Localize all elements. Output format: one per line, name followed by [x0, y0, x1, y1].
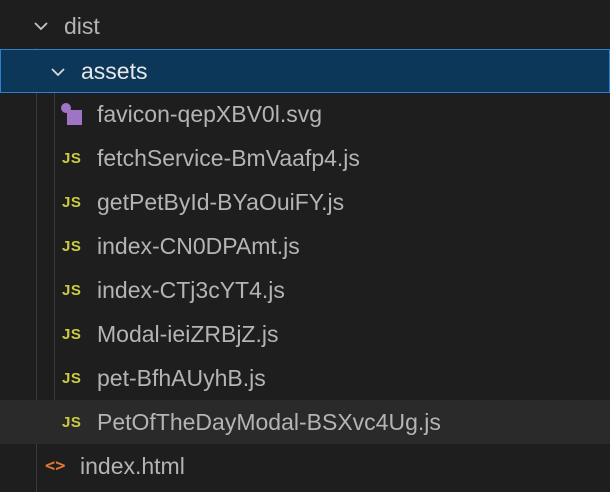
file-label: PetOfTheDayModal-BSXvc4Ug.js: [97, 409, 441, 435]
file-row[interactable]: JS fetchService-BmVaafp4.js: [0, 136, 610, 180]
file-label: index.html: [80, 453, 185, 479]
file-label: getPetById-BYaOuiFY.js: [97, 189, 345, 215]
javascript-file-icon: JS: [62, 281, 82, 299]
file-label: index-CTj3cYT4.js: [97, 277, 285, 303]
javascript-file-icon: JS: [62, 413, 82, 431]
file-row-index-html[interactable]: <> index.html: [0, 444, 610, 488]
javascript-file-icon: JS: [62, 325, 82, 343]
file-explorer-tree: dist assets favicon-qepXBV0l.svg JS fetc…: [0, 0, 610, 492]
file-label: Modal-ieiZRBjZ.js: [97, 321, 279, 347]
file-row[interactable]: JS index-CN0DPAmt.js: [0, 224, 610, 268]
file-label: pet-BfhAUyhB.js: [97, 365, 266, 391]
folder-row-dist[interactable]: dist: [0, 4, 610, 48]
file-row[interactable]: JS pet-BfhAUyhB.js: [0, 356, 610, 400]
file-row[interactable]: JS Modal-ieiZRBjZ.js: [0, 312, 610, 356]
file-row[interactable]: JS getPetById-BYaOuiFY.js: [0, 180, 610, 224]
folder-label-dist: dist: [64, 13, 100, 39]
html-file-icon: <>: [45, 456, 66, 476]
javascript-file-icon: JS: [62, 193, 82, 211]
file-row[interactable]: favicon-qepXBV0l.svg: [0, 92, 610, 136]
file-row[interactable]: JS index-CTj3cYT4.js: [0, 268, 610, 312]
javascript-file-icon: JS: [62, 149, 82, 167]
folder-label-assets: assets: [81, 58, 148, 84]
file-label: fetchService-BmVaafp4.js: [97, 145, 360, 171]
javascript-file-icon: JS: [62, 237, 82, 255]
chevron-down-icon[interactable]: [26, 4, 56, 48]
chevron-down-icon[interactable]: [43, 50, 73, 94]
svg-file-icon: [60, 92, 84, 136]
folder-row-assets[interactable]: assets: [0, 49, 610, 93]
file-label: index-CN0DPAmt.js: [97, 233, 300, 259]
javascript-file-icon: JS: [62, 369, 82, 387]
file-label: favicon-qepXBV0l.svg: [97, 101, 323, 127]
file-row[interactable]: JS PetOfTheDayModal-BSXvc4Ug.js: [0, 400, 610, 444]
